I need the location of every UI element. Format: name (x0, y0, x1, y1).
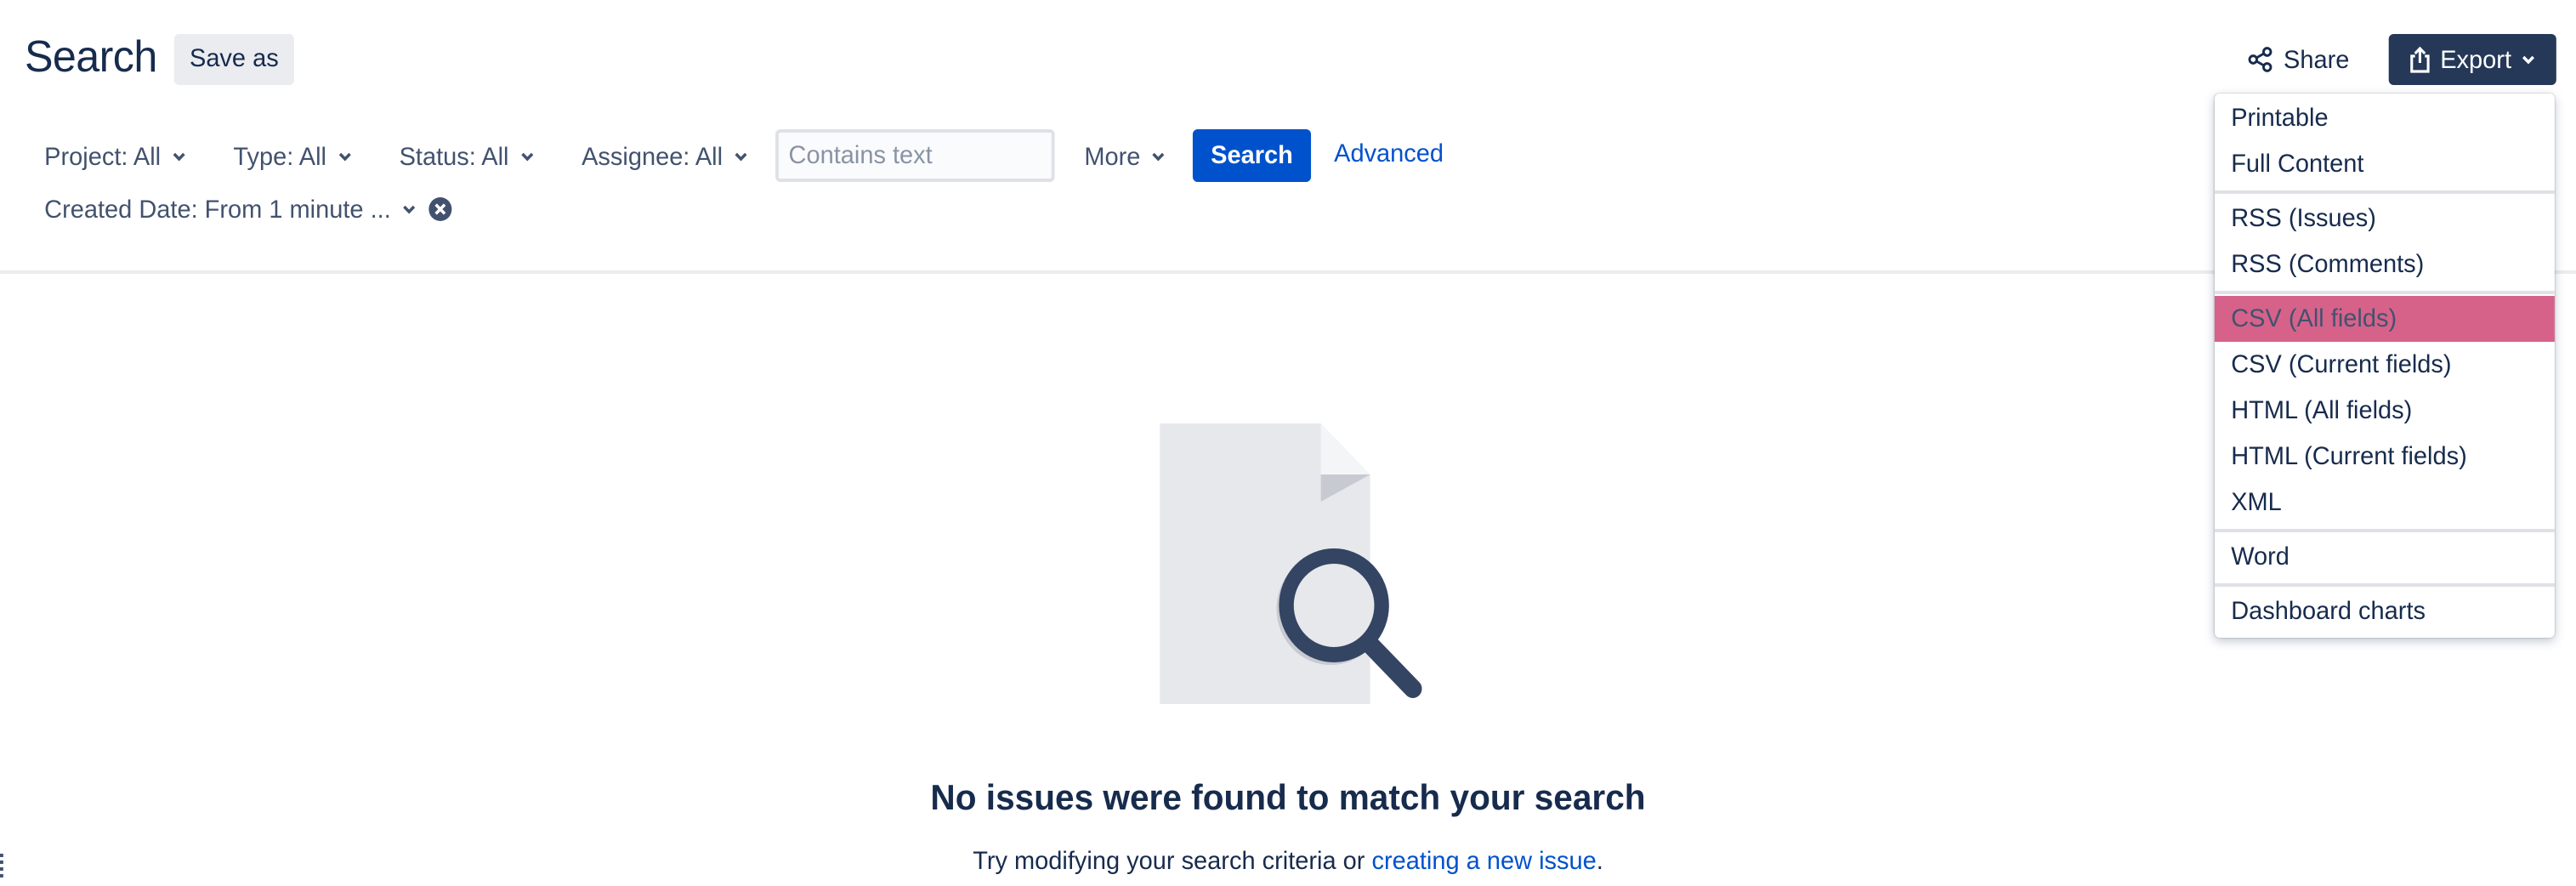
chevron-down-icon (1152, 152, 1165, 162)
export-dropdown-menu: Printable Full Content RSS (Issues) RSS … (2214, 94, 2555, 638)
created-date-filter[interactable]: Created Date: From 1 minute ... (44, 187, 453, 231)
type-filter[interactable]: Type: All (233, 133, 352, 180)
menu-item-csv-all-fields[interactable]: CSV (All fields) (2214, 296, 2555, 342)
menu-separator (2214, 291, 2555, 294)
status-filter[interactable]: Status: All (400, 133, 536, 180)
menu-item-rss-issues[interactable]: RSS (Issues) (2215, 196, 2555, 241)
menu-item-html-all-fields[interactable]: HTML (All fields) (2215, 388, 2555, 434)
resize-handle[interactable] (0, 854, 7, 877)
chevron-down-icon (402, 205, 416, 214)
chevron-down-icon (338, 152, 351, 162)
filter-divider (0, 270, 2576, 274)
search-button[interactable]: Search (1192, 129, 1312, 182)
share-button[interactable]: Share (2248, 34, 2350, 85)
export-label: Export (2440, 45, 2512, 74)
save-as-button[interactable]: Save as (173, 34, 294, 85)
menu-separator (2214, 583, 2555, 587)
menu-item-xml[interactable]: XML (2215, 480, 2555, 525)
contains-text-input[interactable] (775, 129, 1055, 182)
menu-item-csv-current-fields[interactable]: CSV (Current fields) (2215, 342, 2555, 388)
menu-item-printable[interactable]: Printable (2215, 95, 2555, 141)
menu-item-html-current-fields[interactable]: HTML (Current fields) (2215, 434, 2555, 480)
export-icon (2410, 46, 2431, 73)
empty-state-subtitle-text: Try modifying your search criteria or (973, 847, 1372, 876)
export-button[interactable]: Export (2388, 34, 2556, 85)
more-filter[interactable]: More (1084, 133, 1166, 180)
share-label: Share (2284, 45, 2350, 74)
created-date-filter-label: Created Date: From 1 minute ... (44, 195, 391, 224)
empty-state-title: No issues were found to match your searc… (930, 779, 1646, 818)
assignee-filter-label: Assignee: All (582, 142, 723, 171)
menu-separator (2214, 529, 2555, 532)
advanced-link[interactable]: Advanced (1334, 139, 1444, 168)
menu-item-full-content[interactable]: Full Content (2215, 141, 2555, 187)
menu-item-rss-comments[interactable]: RSS (Comments) (2215, 241, 2555, 287)
menu-separator (2214, 190, 2555, 194)
menu-item-word[interactable]: Word (2215, 534, 2555, 580)
chevron-down-icon (173, 152, 185, 162)
clear-filter-icon[interactable] (427, 196, 453, 223)
menu-item-dashboard-charts[interactable]: Dashboard charts (2215, 588, 2555, 634)
create-issue-link[interactable]: creating a new issue (1371, 847, 1596, 876)
chevron-down-icon (2522, 55, 2534, 65)
assignee-filter[interactable]: Assignee: All (582, 133, 749, 180)
more-filter-label: More (1084, 142, 1141, 171)
project-filter-label: Project: All (44, 142, 162, 171)
type-filter-label: Type: All (233, 142, 326, 171)
document-search-icon (1160, 423, 1422, 704)
status-filter-label: Status: All (399, 142, 509, 171)
chevron-down-icon (735, 152, 747, 162)
share-icon (2248, 47, 2272, 72)
page-title: Search (24, 31, 157, 82)
empty-state-subtitle: Try modifying your search criteria or cr… (0, 847, 2576, 876)
chevron-down-icon (520, 152, 533, 162)
empty-state-subtitle-end: . (1596, 847, 1603, 876)
project-filter[interactable]: Project: All (44, 133, 187, 180)
